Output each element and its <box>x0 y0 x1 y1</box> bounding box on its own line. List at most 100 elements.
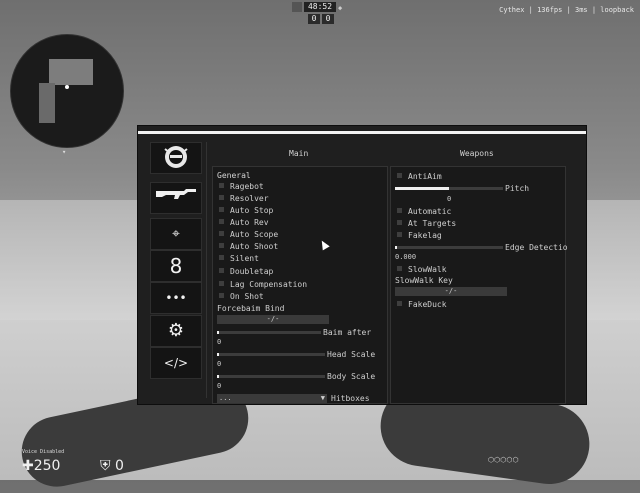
body-scale-label: Body Scale <box>327 372 376 381</box>
voice-status: Voice Disabled <box>22 449 65 455</box>
forcebaim-label: Forcebaim Bind <box>217 304 285 313</box>
health-value: ✚250 <box>22 458 61 474</box>
forcebaim-bind[interactable]: -/- <box>217 315 329 324</box>
score-right: 0 <box>322 14 334 24</box>
rifle-icon[interactable] <box>150 182 202 214</box>
health-number: 250 <box>33 458 61 474</box>
cheat-menu-window[interactable]: ⌖ 8 ••• ⚙ </> Main Weapons General Rageb… <box>137 125 587 405</box>
checkbox-lag-compensation[interactable]: Lag Compensation <box>219 279 307 290</box>
checkbox-label: SlowWalk <box>408 265 447 274</box>
checkbox-resolver[interactable]: Resolver <box>219 193 269 204</box>
chevron-down-icon: ▼ <box>320 394 325 402</box>
tab-main[interactable]: Main <box>289 149 308 158</box>
radar-minimap <box>10 34 124 148</box>
checkbox-label: AntiAim <box>408 172 442 181</box>
checkbox-box[interactable] <box>397 266 402 271</box>
dots-icon[interactable]: ••• <box>150 282 202 314</box>
checkbox-fakelag[interactable]: Fakelag <box>397 230 442 241</box>
checkbox-antiaim[interactable]: AntiAim <box>397 171 442 182</box>
eight-icon[interactable]: 8 <box>150 250 202 282</box>
checkbox-label: Lag Compensation <box>230 280 308 289</box>
head-scale-value: 0 <box>217 360 222 368</box>
general-group: General Ragebot Resolver Auto Stop Auto … <box>212 166 388 404</box>
logo-svg <box>164 146 188 168</box>
watermark-stats: Cythex | 136fps | 3ms | loopback <box>499 6 634 14</box>
checkbox-box[interactable] <box>397 173 402 178</box>
checkbox-box[interactable] <box>219 219 224 224</box>
checkbox-box[interactable] <box>219 243 224 248</box>
crosshair-icon[interactable]: ⌖ <box>150 218 202 250</box>
checkbox-doubletap[interactable]: Doubletap <box>219 266 273 277</box>
tiger-logo-icon[interactable] <box>150 142 202 174</box>
checkbox-auto-scope[interactable]: Auto Scope <box>219 229 278 240</box>
code-icon[interactable]: </> <box>150 347 202 379</box>
checkbox-on-shot[interactable]: On Shot <box>219 291 264 302</box>
checkbox-label: On Shot <box>230 292 264 301</box>
baim-after-slider[interactable] <box>217 331 321 334</box>
baim-after-label: Baim after <box>323 328 372 337</box>
checkbox-label: Fakelag <box>408 231 442 240</box>
edge-detection-label: Edge Detectio <box>505 243 568 252</box>
radar-marker-icon: ▾ <box>62 148 67 156</box>
checkbox-label: Auto Scope <box>230 230 279 239</box>
checkbox-box[interactable] <box>219 207 224 212</box>
checkbox-box[interactable] <box>219 255 224 260</box>
menu-sidebar: ⌖ 8 ••• ⚙ </> <box>146 142 204 398</box>
hitboxes-value: ... <box>219 394 232 402</box>
checkbox-box[interactable] <box>397 208 402 213</box>
checkbox-slowwalk[interactable]: SlowWalk <box>397 264 447 275</box>
body-scale-value: 0 <box>217 382 222 390</box>
checkbox-ragebot[interactable]: Ragebot <box>219 181 264 192</box>
checkbox-auto-rev[interactable]: Auto Rev <box>219 217 269 228</box>
edge-detection-slider[interactable] <box>395 246 503 249</box>
checkbox-label: Resolver <box>230 194 269 203</box>
rifle-svg <box>156 189 196 199</box>
checkbox-box[interactable] <box>397 232 402 237</box>
checkbox-box[interactable] <box>397 301 402 306</box>
round-timer: 48:52 <box>304 2 336 12</box>
checkbox-box[interactable] <box>397 220 402 225</box>
hitboxes-dropdown[interactable]: ... ▼ <box>217 394 327 403</box>
gear-icon[interactable]: ⚙ <box>150 315 202 347</box>
slowwalk-key-label: SlowWalk Key <box>395 276 453 285</box>
checkbox-box[interactable] <box>219 268 224 273</box>
checkbox-label: Ragebot <box>230 182 264 191</box>
checkbox-label: Auto Rev <box>230 218 269 227</box>
pitch-value: 0 <box>447 195 452 203</box>
radar-player-dot <box>65 85 69 89</box>
score-left: 0 <box>308 14 320 24</box>
head-scale-label: Head Scale <box>327 350 376 359</box>
sidebar-divider <box>206 142 207 398</box>
hitboxes-label: Hitboxes <box>331 394 370 403</box>
checkbox-at-targets[interactable]: At Targets <box>397 218 456 229</box>
checkbox-box[interactable] <box>219 281 224 286</box>
edge-detection-value: 0.000 <box>395 253 417 261</box>
checkbox-box[interactable] <box>219 195 224 200</box>
checkbox-label: Automatic <box>408 207 452 216</box>
checkbox-box[interactable] <box>219 293 224 298</box>
checkbox-label: At Targets <box>408 219 457 228</box>
checkbox-box[interactable] <box>219 231 224 236</box>
grenade-slots-icon: ⬡⬡⬡⬡⬡ <box>488 456 519 464</box>
armor-value: ⛨ 0 <box>100 458 124 474</box>
head-scale-slider[interactable] <box>217 353 325 356</box>
checkbox-automatic[interactable]: Automatic <box>397 206 451 217</box>
checkbox-fakeduck[interactable]: FakeDuck <box>397 299 447 310</box>
tab-weapons[interactable]: Weapons <box>460 149 494 158</box>
group-title: General <box>217 171 251 180</box>
checkbox-label: Auto Stop <box>230 206 274 215</box>
checkbox-box[interactable] <box>219 183 224 188</box>
team-icon: ◆ <box>338 4 343 12</box>
pitch-slider[interactable] <box>395 187 503 190</box>
pitch-label: Pitch <box>505 184 530 193</box>
checkbox-label: Doubletap <box>230 267 274 276</box>
checkbox-auto-shoot[interactable]: Auto Shoot <box>219 241 278 252</box>
slowwalk-key-bind[interactable]: -/- <box>395 287 507 296</box>
checkbox-auto-stop[interactable]: Auto Stop <box>219 205 273 216</box>
menu-accent-line <box>138 131 586 134</box>
body-scale-slider[interactable] <box>217 375 325 378</box>
antiaim-group: AntiAim Pitch 0 Automatic At Targets Fak… <box>390 166 568 404</box>
armor-number: 0 <box>114 458 124 474</box>
checkbox-silent[interactable]: Silent <box>219 253 259 264</box>
radar-building <box>39 83 55 123</box>
